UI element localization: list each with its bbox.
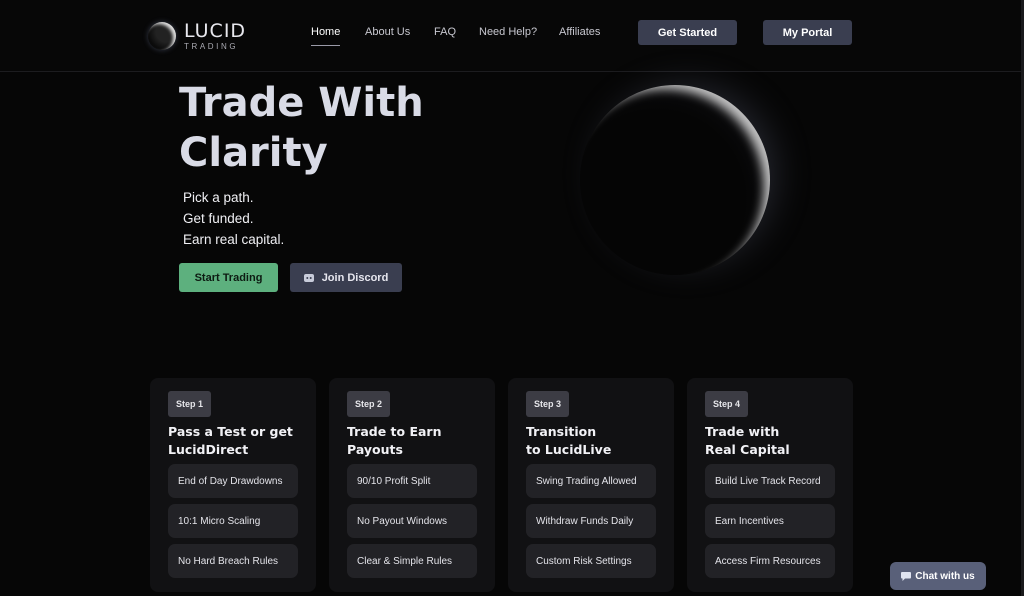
nav-item-home[interactable]: Home (311, 26, 341, 46)
feature-pill: 90/10 Profit Split (347, 464, 477, 498)
feature-pill: Clear & Simple Rules (347, 544, 477, 578)
hero-tagline-2: Get funded. (183, 211, 254, 226)
step-card-2: Step 2 Trade to Earn Payouts 90/10 Profi… (329, 378, 495, 592)
feature-pill: No Hard Breach Rules (168, 544, 298, 578)
get-started-button[interactable]: Get Started (638, 20, 737, 45)
nav-item-faq[interactable]: FAQ (434, 26, 456, 38)
feature-pill: Access Firm Resources (705, 544, 835, 578)
nav-item-need-help[interactable]: Need Help? (479, 26, 537, 38)
step-badge: Step 3 (526, 391, 570, 417)
chat-with-us-button[interactable]: Chat with us (890, 562, 986, 590)
feature-pill: Build Live Track Record (705, 464, 835, 498)
step-card-1: Step 1 Pass a Test or get LucidDirect En… (150, 378, 316, 592)
hero-title: Trade With Clarity (179, 80, 424, 176)
step-badge: Step 2 (347, 391, 391, 417)
join-discord-label: Join Discord (321, 271, 389, 284)
logo-text: LUCID TRADING (184, 19, 247, 51)
chat-bubble-icon (901, 571, 912, 581)
feature-pill: Earn Incentives (705, 504, 835, 538)
start-trading-button[interactable]: Start Trading (179, 263, 278, 292)
feature-pill: 10:1 Micro Scaling (168, 504, 298, 538)
step-title: Trade to Earn Payouts (347, 424, 442, 457)
step-title: Pass a Test or get LucidDirect (168, 424, 293, 457)
feature-pill: No Payout Windows (347, 504, 477, 538)
step-title: Trade with Real Capital (705, 424, 790, 457)
feature-pill: Custom Risk Settings (526, 544, 656, 578)
logo-main-text: LUCID (184, 19, 247, 42)
step-card-4: Step 4 Trade with Real Capital Build Liv… (687, 378, 853, 592)
my-portal-button[interactable]: My Portal (763, 20, 852, 45)
nav-item-about-us[interactable]: About Us (365, 26, 410, 38)
feature-pill: Swing Trading Allowed (526, 464, 656, 498)
step-badge: Step 4 (705, 391, 749, 417)
active-nav-underline (311, 45, 341, 46)
hero-tagline-1: Pick a path. (183, 190, 254, 205)
join-discord-button[interactable]: Join Discord (290, 263, 402, 292)
planet-decoration (580, 85, 770, 275)
chat-label: Chat with us (915, 570, 975, 582)
feature-pill: Withdraw Funds Daily (526, 504, 656, 538)
nav-item-label: Home (311, 26, 341, 38)
logo-sub-text: TRADING (184, 41, 239, 51)
discord-icon (303, 273, 314, 282)
planet-orb-icon (148, 22, 176, 50)
hero-tagline-3: Earn real capital. (183, 232, 285, 247)
logo[interactable]: LUCID TRADING (148, 18, 258, 54)
nav-item-affiliates[interactable]: Affiliates (559, 26, 600, 38)
step-badge: Step 1 (168, 391, 212, 417)
step-card-3: Step 3 Transition to LucidLive Swing Tra… (508, 378, 674, 592)
step-title: Transition to LucidLive (526, 424, 612, 457)
feature-pill: End of Day Drawdowns (168, 464, 298, 498)
site-header: LUCID TRADING Home About Us FAQ Need Hel… (0, 0, 1024, 72)
